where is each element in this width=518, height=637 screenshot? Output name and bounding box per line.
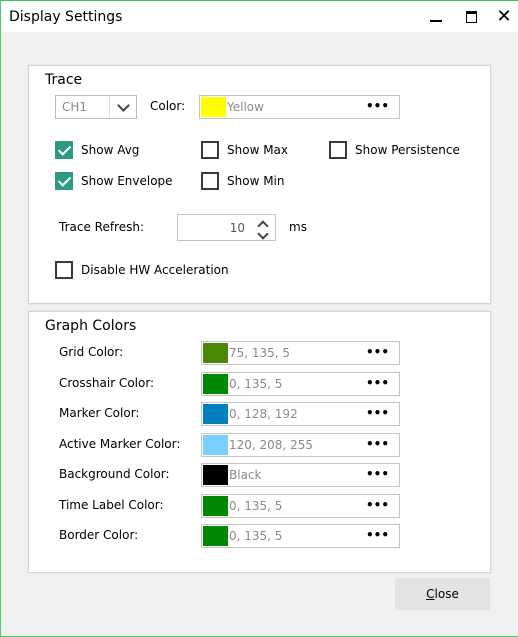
show-min-checkbox[interactable] xyxy=(201,172,219,190)
graph-color-swatch xyxy=(203,404,228,424)
show-avg-checkbox[interactable] xyxy=(55,141,73,159)
graph-color-label: Time Label Color: xyxy=(59,498,164,512)
spin-buttons[interactable] xyxy=(255,216,271,240)
show-envelope-checkbox[interactable] xyxy=(55,172,73,190)
maximize-icon xyxy=(465,11,477,23)
show-persistence-label: Show Persistence xyxy=(355,143,460,157)
title-bar[interactable]: Display Settings ✕ xyxy=(1,1,518,32)
graph-color-value: 120, 208, 255 xyxy=(229,438,313,452)
graph-colors-group-title: Graph Colors xyxy=(45,318,137,334)
disable-hw-accel-label: Disable HW Acceleration xyxy=(81,263,229,277)
graph-color-swatch xyxy=(203,435,228,455)
graph-color-field[interactable]: 120, 208, 255 ••• xyxy=(201,433,400,457)
trace-refresh-spinbox[interactable]: 10 xyxy=(177,214,276,241)
close-window-button[interactable]: ✕ xyxy=(489,3,518,31)
close-button-mnemonic: C xyxy=(426,587,435,601)
graph-color-swatch xyxy=(203,374,228,394)
show-min-checkbox-row[interactable]: Show Min xyxy=(201,172,285,190)
graph-color-more-button[interactable]: ••• xyxy=(366,406,389,420)
graph-color-field[interactable]: 0, 135, 5 ••• xyxy=(201,494,400,518)
graph-color-label: Border Color: xyxy=(59,528,139,542)
graph-color-swatch xyxy=(203,343,228,363)
graph-color-swatch xyxy=(203,465,228,485)
show-avg-checkbox-row[interactable]: Show Avg xyxy=(55,141,139,159)
trace-refresh-value: 10 xyxy=(229,221,245,235)
disable-hw-accel-row[interactable]: Disable HW Acceleration xyxy=(55,261,229,279)
graph-color-field[interactable]: 0, 135, 5 ••• xyxy=(201,372,400,396)
graph-color-field[interactable]: 0, 128, 192 ••• xyxy=(201,402,400,426)
show-envelope-label: Show Envelope xyxy=(81,174,173,188)
trace-color-swatch xyxy=(201,97,226,117)
graph-color-field[interactable]: 75, 135, 5 ••• xyxy=(201,341,400,365)
trace-color-more-button[interactable]: ••• xyxy=(366,99,389,113)
graph-color-more-button[interactable]: ••• xyxy=(366,528,389,542)
trace-refresh-label: Trace Refresh: xyxy=(59,220,145,234)
minimize-button[interactable] xyxy=(421,3,451,31)
channel-selected-value: CH1 xyxy=(62,100,88,114)
show-max-checkbox-row[interactable]: Show Max xyxy=(201,141,288,159)
graph-color-more-button[interactable]: ••• xyxy=(366,376,389,390)
graph-color-label: Background Color: xyxy=(59,467,170,481)
show-persistence-checkbox-row[interactable]: Show Persistence xyxy=(329,141,460,159)
window-title: Display Settings xyxy=(9,9,123,25)
show-max-label: Show Max xyxy=(227,143,289,157)
trace-group-title: Trace xyxy=(45,72,83,88)
maximize-button[interactable] xyxy=(456,3,486,31)
show-avg-label: Show Avg xyxy=(81,143,140,157)
show-envelope-checkbox-row[interactable]: Show Envelope xyxy=(55,172,173,190)
trace-color-value: Yellow xyxy=(227,100,264,114)
graph-color-more-button[interactable]: ••• xyxy=(366,498,389,512)
graph-color-field[interactable]: Black ••• xyxy=(201,463,400,487)
show-max-checkbox[interactable] xyxy=(201,141,219,159)
graph-color-field[interactable]: 0, 135, 5 ••• xyxy=(201,524,400,548)
graph-color-value: 0, 135, 5 xyxy=(229,529,283,543)
graph-color-more-button[interactable]: ••• xyxy=(366,437,389,451)
disable-hw-accel-checkbox[interactable] xyxy=(55,261,73,279)
chevron-down-icon[interactable] xyxy=(257,228,269,240)
trace-color-field[interactable]: Yellow ••• xyxy=(199,95,400,119)
close-button-label: lose xyxy=(434,587,459,601)
graph-color-value: 0, 135, 5 xyxy=(229,499,283,513)
checkmark-icon xyxy=(57,172,71,187)
graph-color-more-button[interactable]: ••• xyxy=(366,345,389,359)
graph-color-swatch xyxy=(203,496,228,516)
show-min-label: Show Min xyxy=(227,174,285,188)
graph-color-label: Marker Color: xyxy=(59,406,140,420)
show-persistence-checkbox[interactable] xyxy=(329,141,347,159)
chevron-down-icon xyxy=(109,96,136,118)
graph-color-value: 0, 135, 5 xyxy=(229,377,283,391)
graph-color-value: 75, 135, 5 xyxy=(229,346,291,360)
channel-dropdown[interactable]: CH1 xyxy=(55,95,137,119)
close-icon: ✕ xyxy=(496,6,512,27)
close-button[interactable]: Close xyxy=(395,578,490,610)
display-settings-window: Display Settings ✕ Trace CH1 Color: Yell… xyxy=(0,0,518,637)
graph-color-value: 0, 128, 192 xyxy=(229,407,298,421)
graph-color-label: Crosshair Color: xyxy=(59,376,155,390)
trace-refresh-unit: ms xyxy=(289,220,307,234)
graph-color-swatch xyxy=(203,526,228,546)
checkmark-icon xyxy=(57,141,71,156)
graph-color-value: Black xyxy=(229,468,262,482)
graph-colors-group: Graph Colors Grid Color: 75, 135, 5 ••• Cro… xyxy=(28,311,491,573)
graph-color-more-button[interactable]: ••• xyxy=(366,467,389,481)
graph-color-label: Grid Color: xyxy=(59,345,124,359)
trace-group: Trace CH1 Color: Yellow ••• Show Avg Sho… xyxy=(28,65,491,304)
trace-color-label: Color: xyxy=(150,99,186,113)
minimize-icon xyxy=(430,20,442,22)
graph-color-label: Active Marker Color: xyxy=(59,437,181,451)
